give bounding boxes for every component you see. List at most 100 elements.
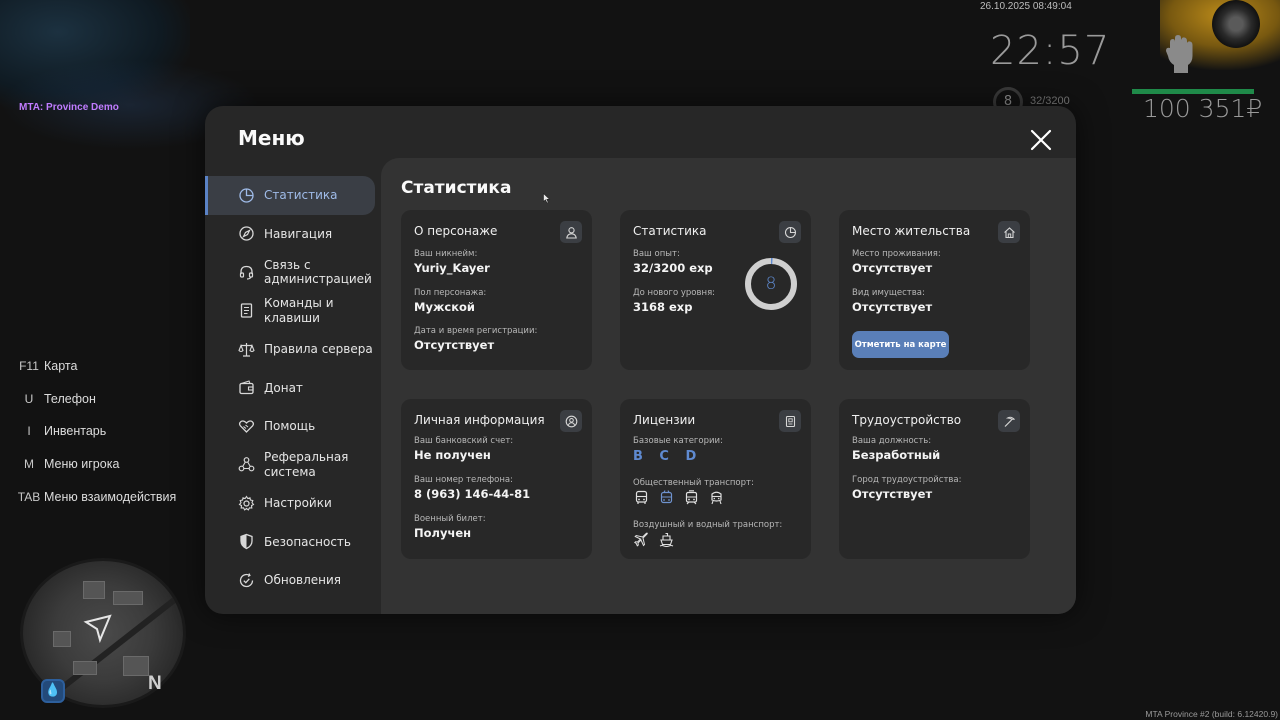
job-city-label: Город трудоустройства: (852, 475, 962, 485)
nav-item-help[interactable]: Помощь (205, 407, 375, 446)
mouse-cursor-icon (543, 189, 551, 204)
card-title: Личная информация (414, 413, 545, 427)
nav-item-navigation[interactable]: Навигация (205, 215, 375, 254)
user-icon (560, 221, 582, 243)
tram-icon (683, 489, 700, 506)
bank-label: Ваш банковский счет: (414, 436, 514, 446)
residence-value: Отсутствует (852, 261, 933, 275)
hotkey-action: Телефон (44, 391, 96, 406)
mark-on-map-button[interactable]: Отметить на карте (852, 331, 949, 358)
hotkey-phone: U Телефон (14, 383, 204, 416)
hotkey-key: F11 (19, 359, 39, 374)
minimap-north: N (148, 673, 162, 694)
nickname-label: Ваш никнейм: (414, 249, 478, 259)
employment-card: Трудоустройство Ваша должность: Безработ… (839, 399, 1030, 559)
panel-title: Статистика (401, 178, 512, 198)
hotkey-key: U (24, 391, 34, 406)
nav-item-referral[interactable]: Реферальная система (205, 446, 375, 485)
level-value: 8 (765, 274, 777, 294)
nav-item-settings[interactable]: Настройки (205, 484, 375, 523)
exp-value: 32/3200 exp (633, 261, 713, 275)
nav-item-commands[interactable]: Команды и клавиши (205, 292, 375, 331)
air-water-transport-icons (633, 531, 675, 548)
nav-item-statistics[interactable]: Статистика (205, 176, 375, 215)
military-label: Военный билет: (414, 514, 486, 524)
bus-icon (633, 489, 650, 506)
nav-item-label: Настройки (264, 496, 332, 510)
hotkey-action: Карта (44, 359, 78, 374)
menu-sidebar: Статистика Навигация Связь с администрац… (205, 176, 381, 600)
nickname-value: Yuriy_Kayer (414, 261, 490, 275)
nav-item-label: Обновления (264, 573, 342, 587)
phone-label: Ваш номер телефона: (414, 475, 513, 485)
hud-clock: 22:57 (990, 28, 1111, 74)
refresh-check-icon (238, 572, 255, 589)
close-button[interactable] (1028, 127, 1054, 153)
next-level-value: 3168 exp (633, 300, 693, 314)
user-circle-icon (560, 410, 582, 432)
hud-money: 100 351₽ (1143, 94, 1263, 123)
nav-item-updates[interactable]: Обновления (205, 561, 375, 600)
hotkey-player-menu: M Меню игрока (14, 448, 204, 481)
gender-label: Пол персонажа: (414, 288, 487, 298)
nav-item-admin-contact[interactable]: Связь с администрацией (205, 253, 375, 292)
hotkey-inventory: I Инвентарь (14, 415, 204, 448)
minimap-building (73, 661, 97, 675)
minimap-building (123, 656, 149, 676)
hotkey-interaction-menu: TAB Меню взаимодействия (14, 480, 204, 513)
pickaxe-icon (998, 410, 1020, 432)
hotkey-list: F11 Карта U Телефон I Инвентарь M Меню и… (14, 350, 204, 513)
card-title: О персонаже (414, 224, 498, 238)
nav-item-label: Донат (264, 380, 303, 395)
military-value: Получен (414, 526, 472, 540)
minimap-building (113, 591, 143, 605)
personal-info-card: Личная информация Ваш банковский счет: Н… (401, 399, 592, 559)
registration-value: Отсутствует (414, 338, 495, 352)
build-label: MTA Province #2 (build: 6.12420.9) (1145, 709, 1278, 719)
base-categories-label: Базовые категории: (633, 436, 723, 446)
card-title: Место жительства (852, 224, 971, 238)
base-categories-value: B C D (633, 449, 703, 464)
phone-value: 8 (963) 146-44-81 (414, 487, 531, 501)
home-icon (998, 221, 1020, 243)
water-drop-icon: 💧 (41, 679, 65, 703)
wallet-icon (238, 379, 255, 396)
nav-item-label: Связь с администрацией (264, 257, 372, 287)
nav-item-label: Статистика (264, 188, 338, 202)
boat-icon (658, 531, 675, 548)
job-city-value: Отсутствует (852, 487, 933, 501)
nav-item-label: Команды и клавиши (264, 296, 334, 325)
registration-label: Дата и время регистрации: (414, 326, 538, 336)
pie-chart-icon (779, 221, 801, 243)
nav-item-server-rules[interactable]: Правила сервера (205, 330, 375, 369)
air-water-transport-label: Воздушный и водный транспорт: (633, 520, 783, 530)
card-title: Трудоустройство (852, 413, 962, 427)
hud-datetime: 26.10.2025 08:49:04 (980, 1, 1072, 12)
public-transport-icons (633, 489, 725, 506)
nav-item-label: Реферальная система (264, 450, 349, 479)
property-label: Вид имущества: (852, 288, 925, 298)
bank-value: Не получен (414, 448, 491, 462)
hotkey-action: Меню игрока (44, 457, 120, 472)
hotkey-key: I (27, 424, 31, 439)
handshake-heart-icon (238, 418, 255, 435)
hotkey-key: TAB (17, 489, 41, 504)
gear-icon (238, 495, 255, 512)
background-wheel (1212, 0, 1260, 48)
character-card: О персонаже Ваш никнейм: Yuriy_Kayer Пол… (401, 210, 592, 370)
position-value: Безработный (852, 448, 941, 462)
licenses-card: Лицензии Базовые категории: B C D Общест… (620, 399, 811, 559)
position-label: Ваша должность: (852, 436, 932, 446)
headset-icon (238, 264, 255, 281)
menu-window: Меню Статистика Навигация Связь с админи… (205, 106, 1076, 614)
menu-title: Меню (238, 126, 305, 150)
nav-item-security[interactable]: Безопасность (205, 523, 375, 562)
public-transport-label: Общественный транспорт: (633, 478, 754, 488)
close-icon (1030, 129, 1052, 151)
exp-label: Ваш опыт: (633, 249, 680, 259)
minimap-building (53, 631, 71, 647)
scales-icon (238, 341, 255, 358)
nav-item-donate[interactable]: Донат (205, 369, 375, 408)
hotkey-action: Инвентарь (44, 424, 107, 439)
nav-item-label: Безопасность (264, 534, 351, 549)
